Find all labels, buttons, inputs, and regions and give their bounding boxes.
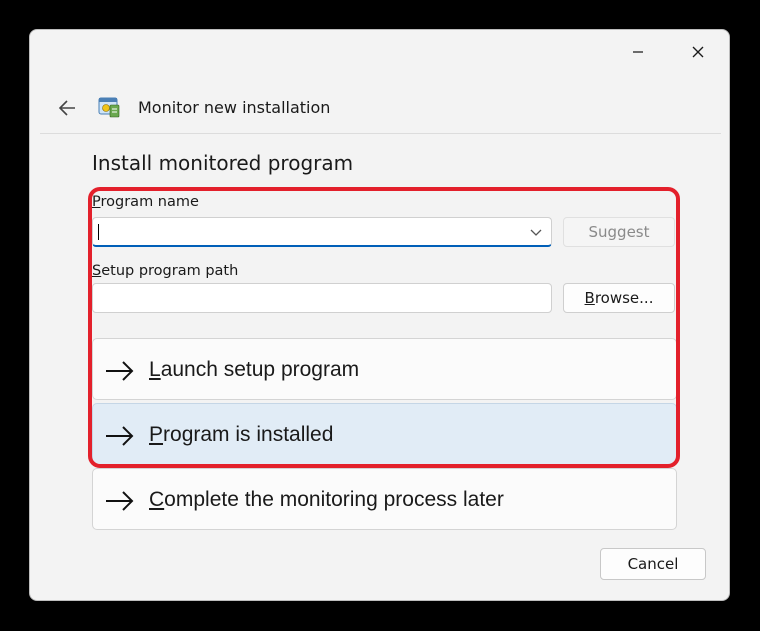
complete-later-command[interactable]: Complete the monitoring process later	[92, 468, 677, 530]
program-name-input[interactable]	[93, 218, 522, 245]
program-name-label: Program name	[92, 194, 199, 210]
minimize-icon	[633, 51, 643, 53]
launch-setup-command[interactable]: Launch setup program	[92, 338, 677, 400]
back-arrow-icon	[58, 100, 75, 116]
browse-button[interactable]: Browse...	[563, 283, 675, 313]
command-label: Launch setup program	[149, 358, 360, 381]
arrow-right-icon	[106, 361, 134, 381]
command-label: Complete the monitoring process later	[149, 488, 504, 511]
back-button[interactable]	[52, 94, 82, 122]
program-installed-command[interactable]: Program is installed	[92, 403, 677, 465]
dialog-window: Monitor new installation Install monitor…	[29, 29, 730, 601]
header-divider	[40, 133, 721, 134]
header-title: Monitor new installation	[138, 98, 331, 117]
close-icon	[692, 46, 704, 58]
installation-monitor-icon	[98, 97, 120, 118]
minimize-button[interactable]	[618, 38, 658, 66]
setup-path-input[interactable]	[93, 284, 522, 312]
close-button[interactable]	[678, 38, 718, 66]
chevron-down-icon[interactable]	[529, 225, 543, 239]
cancel-button[interactable]: Cancel	[600, 548, 706, 580]
section-title: Install monitored program	[92, 151, 354, 175]
setup-path-label: Setup program path	[92, 263, 239, 279]
dialog-header: Monitor new installation	[30, 88, 729, 132]
setup-path-field[interactable]	[92, 283, 552, 313]
arrow-right-icon	[106, 491, 134, 511]
suggest-button[interactable]: Suggest	[563, 217, 675, 247]
command-label: Program is installed	[149, 423, 334, 446]
arrow-right-icon	[106, 426, 134, 446]
text-caret	[98, 224, 99, 240]
program-name-combobox[interactable]	[92, 217, 552, 247]
